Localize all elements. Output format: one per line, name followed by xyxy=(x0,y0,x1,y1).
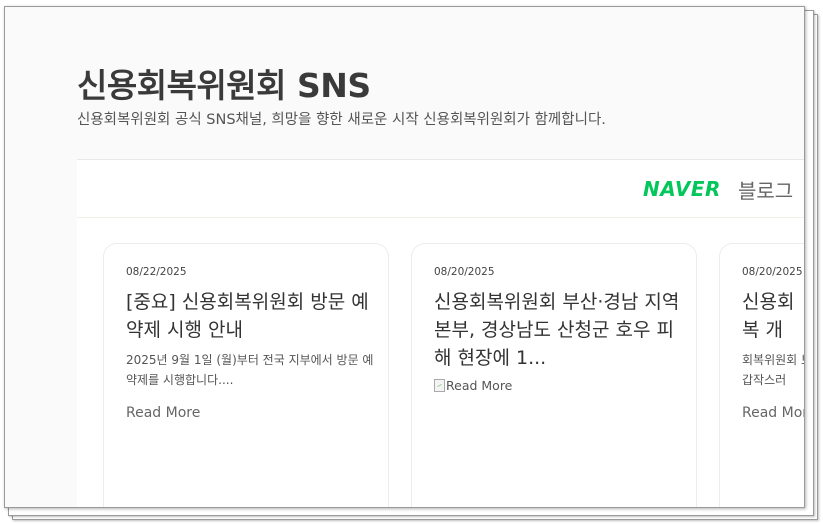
post-excerpt: 2025년 9월 1일 (월)부터 전국 지부에서 방문 예약제를 시행합니다.… xyxy=(126,353,374,387)
blog-label[interactable]: 블로그 xyxy=(738,175,793,204)
post-image-alt: Read More xyxy=(446,378,513,393)
post-title[interactable]: 신용회복 개 xyxy=(742,288,802,344)
page-title: 신용회복위원회 SNS xyxy=(77,66,371,105)
post-card-3[interactable]: 08/20/2025 신용회복 개 회복위원회 보 갑작스러 Read More xyxy=(719,243,804,507)
page-frame-front: 신용회복위원회 SNS 신용회복위원회 공식 SNS채널, 희망을 향한 새로운… xyxy=(4,6,805,508)
panel-header: NAVER 블로그 xyxy=(77,160,804,218)
post-excerpt: 회복위원회 보 갑작스러 xyxy=(742,353,804,387)
post-date: 08/20/2025 xyxy=(742,266,803,278)
post-title[interactable]: 신용회복위원회 부산·경남 지역본부, 경상남도 산청군 호우 피해 현장에 1… xyxy=(434,288,682,372)
post-card-2[interactable]: 08/20/2025 신용회복위원회 부산·경남 지역본부, 경상남도 산청군 … xyxy=(411,243,697,507)
post-card-1[interactable]: 08/22/2025 [중요] 신용회복위원회 방문 예약제 시행 안내 202… xyxy=(103,243,389,507)
post-image-broken[interactable]: Read More xyxy=(434,378,512,393)
page-subtitle: 신용회복위원회 공식 SNS채널, 희망을 향한 새로운 시작 신용회복위원회가… xyxy=(77,112,606,128)
broken-image-icon xyxy=(434,379,445,392)
post-date: 08/22/2025 xyxy=(126,266,187,278)
naver-logo[interactable]: NAVER xyxy=(643,177,721,201)
read-more-link[interactable]: Read More xyxy=(126,405,200,421)
sns-page: 신용회복위원회 SNS 신용회복위원회 공식 SNS채널, 희망을 향한 새로운… xyxy=(5,7,804,507)
naver-blog-panel: NAVER 블로그 08/22/2025 [중요] 신용회복위원회 방문 예약제… xyxy=(77,159,804,507)
read-more-link[interactable]: Read More xyxy=(742,405,804,421)
post-title[interactable]: [중요] 신용회복위원회 방문 예약제 시행 안내 xyxy=(126,288,374,344)
post-date: 08/20/2025 xyxy=(434,266,495,278)
